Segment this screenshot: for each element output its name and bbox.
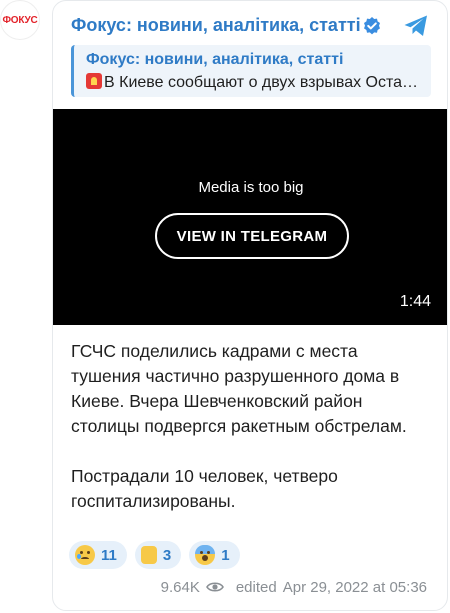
message-footer: 9.64K edited Apr 29, 2022 at 05:36 [53, 577, 427, 597]
channel-avatar[interactable]: ФОКУС [0, 0, 40, 40]
message-header: Фокус: новини, аналітика, статті [53, 11, 447, 41]
reaction-crying[interactable]: 11 [69, 541, 127, 569]
message-timestamp[interactable]: Apr 29, 2022 at 05:36 [283, 579, 427, 596]
reaction-screaming[interactable]: 1 [189, 541, 240, 569]
reply-snippet: В Киеве сообщают о двух взрывах Оста… [104, 74, 419, 91]
reaction-count: 11 [101, 546, 117, 564]
reply-title: Фокус: новини, аналітика, статті [86, 51, 344, 68]
avatar-logo-text: ФОКУС [2, 14, 38, 26]
reply-text: В Киеве сообщают о двух взрывах Оста… [86, 73, 426, 92]
video-placeholder: Media is too big VIEW IN TELEGRAM 1:44 [53, 109, 447, 325]
view-in-telegram-button[interactable]: VIEW IN TELEGRAM [155, 213, 349, 259]
reactions-bar: 11 3 1 [69, 541, 240, 569]
view-count: 9.64K [160, 578, 200, 596]
reaction-count: 3 [162, 546, 172, 564]
message-paragraph: ГСЧС поделились кадрами с места тушения … [71, 341, 407, 436]
eye-icon [205, 582, 224, 592]
reaction-count: 1 [221, 546, 230, 564]
edited-label: edited [235, 578, 277, 596]
thumbs-up-icon [140, 546, 157, 564]
telegram-logo-icon[interactable] [403, 14, 429, 38]
message-card: Фокус: новини, аналітика, статті Фокус: … [52, 0, 448, 611]
reaction-thumbs-up[interactable]: 3 [134, 541, 182, 569]
crying-face-icon [75, 545, 95, 565]
reply-preview[interactable]: Фокус: новини, аналітика, статті В Киеве… [71, 45, 431, 97]
verified-check-icon [364, 17, 380, 35]
media-too-big-message: Media is too big [198, 179, 304, 196]
message-text: ГСЧС поделились кадрами с места тушения … [71, 339, 431, 539]
screaming-face-icon [195, 545, 216, 565]
siren-icon [86, 73, 102, 89]
channel-name-link[interactable]: Фокус: новини, аналітика, статті [71, 15, 361, 36]
message-paragraph: Пострадали 10 человек, четверо госпитали… [71, 466, 338, 511]
video-duration: 1:44 [399, 293, 431, 310]
